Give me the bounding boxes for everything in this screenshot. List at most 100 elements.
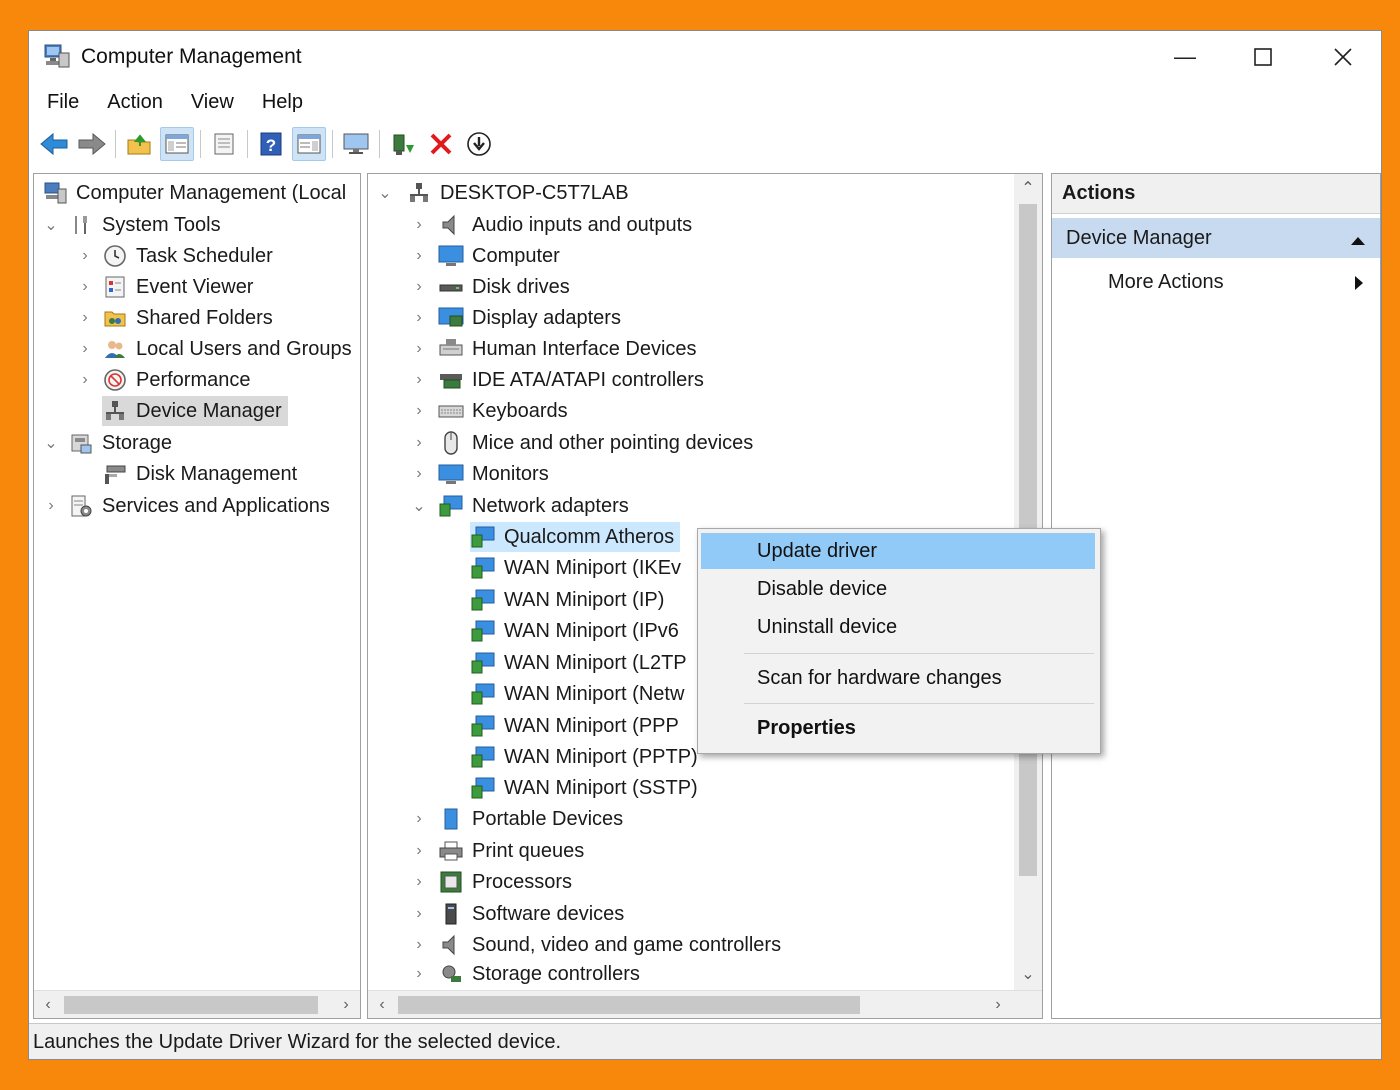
download-button[interactable] — [462, 127, 496, 161]
device-category-network-adapters[interactable]: ⌄ Network adapters — [410, 491, 629, 521]
disable-device-menu-item[interactable]: Disable device — [701, 571, 1095, 607]
scroll-right-icon[interactable]: › — [332, 991, 360, 1019]
chevron-right-icon[interactable]: › — [42, 497, 60, 515]
chevron-right-icon[interactable]: › — [410, 842, 428, 860]
tree-item-computer-management[interactable]: Computer Management (Local — [42, 178, 346, 208]
device-category-software-devices[interactable]: › Software devices — [410, 899, 624, 929]
chevron-down-icon[interactable]: ⌄ — [42, 434, 60, 452]
scroll-down-icon[interactable]: ⌄ — [1014, 960, 1042, 988]
tree-item-services-applications[interactable]: › Services and Applications — [42, 491, 330, 521]
adapter-wan-miniport[interactable]: WAN Miniport (PPP — [470, 711, 679, 741]
scroll-right-icon[interactable]: › — [984, 991, 1012, 1019]
chevron-right-icon[interactable]: › — [76, 371, 94, 389]
device-category-audio[interactable]: › Audio inputs and outputs — [410, 210, 692, 240]
close-button[interactable] — [1313, 39, 1373, 75]
tree-item-device-manager[interactable]: Device Manager — [102, 396, 288, 426]
adapter-wan-miniport[interactable]: WAN Miniport (IKEv — [470, 553, 681, 583]
chevron-right-icon[interactable]: › — [410, 465, 428, 483]
menu-view[interactable]: View — [183, 87, 242, 118]
help-button[interactable]: ? — [254, 127, 288, 161]
back-button[interactable] — [37, 127, 71, 161]
maximize-button[interactable] — [1233, 39, 1293, 75]
chevron-right-icon[interactable]: › — [410, 340, 428, 358]
device-category-disk-drives[interactable]: › Disk drives — [410, 272, 569, 302]
tree-item-local-users-groups[interactable]: › Local Users and Groups — [76, 334, 351, 364]
scrollbar-thumb[interactable] — [64, 996, 318, 1014]
chevron-right-icon[interactable]: › — [410, 434, 428, 452]
forward-button[interactable] — [75, 127, 109, 161]
scan-hardware-menu-item[interactable]: Scan for hardware changes — [701, 660, 1095, 696]
device-category-computer[interactable]: › Computer — [410, 241, 559, 271]
chevron-down-icon[interactable]: ⌄ — [376, 184, 394, 202]
scroll-left-icon[interactable]: ‹ — [34, 991, 62, 1019]
tree-item-performance[interactable]: › Performance — [76, 365, 251, 395]
chevron-right-icon[interactable]: › — [410, 278, 428, 296]
chevron-right-icon[interactable]: › — [410, 965, 428, 983]
chevron-down-icon[interactable]: ⌄ — [42, 216, 60, 234]
adapter-wan-miniport[interactable]: WAN Miniport (SSTP) — [470, 773, 698, 803]
chevron-right-icon[interactable]: › — [410, 810, 428, 828]
device-tree-root[interactable]: ⌄ DESKTOP-C5T7LAB — [376, 178, 628, 208]
collapse-up-icon[interactable] — [1350, 230, 1366, 253]
device-category-print-queues[interactable]: › Print queues — [410, 836, 584, 866]
show-hide-action-pane-button[interactable] — [292, 127, 326, 161]
adapter-wan-miniport[interactable]: WAN Miniport (Netw — [470, 679, 684, 709]
chevron-right-icon[interactable]: › — [76, 247, 94, 265]
scrollbar-thumb[interactable] — [398, 996, 860, 1014]
device-category-portable[interactable]: › Portable Devices — [410, 804, 623, 834]
adapter-wan-miniport[interactable]: WAN Miniport (L2TP — [470, 648, 687, 678]
uninstall-device-menu-item[interactable]: Uninstall device — [701, 609, 1095, 645]
properties-menu-item[interactable]: Properties — [701, 710, 1095, 746]
actions-section-device-manager[interactable]: Device Manager — [1052, 218, 1380, 258]
menu-help[interactable]: Help — [254, 87, 311, 118]
device-category-storage-controllers[interactable]: › Storage controllers — [410, 961, 640, 987]
chevron-right-icon[interactable]: › — [76, 278, 94, 296]
device-category-monitors[interactable]: › Monitors — [410, 459, 548, 489]
monitor-button[interactable] — [339, 127, 373, 161]
title-bar[interactable]: Computer Management — — [29, 31, 1381, 83]
chevron-right-icon[interactable]: › — [410, 309, 428, 327]
device-category-ide[interactable]: › IDE ATA/ATAPI controllers — [410, 365, 704, 395]
scroll-up-icon[interactable]: ⌃ — [1014, 174, 1042, 202]
export-list-button[interactable] — [207, 127, 241, 161]
tree-item-system-tools[interactable]: ⌄ System Tools — [42, 210, 220, 240]
adapter-qualcomm-atheros[interactable]: Qualcomm Atheros — [470, 522, 681, 552]
chevron-right-icon[interactable]: › — [410, 402, 428, 420]
chevron-right-icon[interactable]: › — [410, 905, 428, 923]
device-category-keyboards[interactable]: › Keyboards — [410, 396, 567, 426]
tree-item-storage[interactable]: ⌄ Storage — [42, 428, 172, 458]
up-one-level-button[interactable] — [122, 127, 156, 161]
device-category-mice[interactable]: › Mice and other pointing devices — [410, 428, 753, 458]
device-category-processors[interactable]: › Processors — [410, 867, 572, 897]
horizontal-scrollbar[interactable]: ‹ › — [368, 990, 1042, 1018]
adapter-wan-miniport[interactable]: WAN Miniport (IPv6 — [470, 616, 679, 646]
chevron-right-icon[interactable]: › — [410, 247, 428, 265]
adapter-wan-miniport[interactable]: WAN Miniport (IP) — [470, 585, 664, 615]
tree-label: Event Viewer — [136, 275, 254, 298]
tree-item-shared-folders[interactable]: › Shared Folders — [76, 303, 272, 333]
menu-action[interactable]: Action — [99, 87, 171, 118]
tree-item-event-viewer[interactable]: › Event Viewer — [76, 272, 253, 302]
minimize-button[interactable]: — — [1155, 39, 1215, 75]
show-hide-console-tree-button[interactable] — [160, 127, 194, 161]
update-driver-button[interactable] — [386, 127, 420, 161]
tree-item-task-scheduler[interactable]: › Task Scheduler — [76, 241, 273, 271]
device-category-hid[interactable]: › Human Interface Devices — [410, 334, 696, 364]
tree-item-disk-management[interactable]: Disk Management — [102, 459, 297, 489]
update-driver-menu-item[interactable]: Update driver — [701, 533, 1095, 569]
chevron-right-icon[interactable]: › — [410, 936, 428, 954]
scroll-left-icon[interactable]: ‹ — [368, 991, 396, 1019]
menu-file[interactable]: File — [39, 87, 87, 118]
more-actions-item[interactable]: More Actions — [1052, 264, 1380, 300]
device-category-display-adapters[interactable]: › Display adapters — [410, 303, 621, 333]
chevron-right-icon[interactable]: › — [410, 371, 428, 389]
chevron-right-icon[interactable]: › — [76, 340, 94, 358]
uninstall-button[interactable] — [424, 127, 458, 161]
chevron-right-icon[interactable]: › — [410, 216, 428, 234]
adapter-wan-miniport[interactable]: WAN Miniport (PPTP) — [470, 742, 698, 772]
device-category-sound[interactable]: › Sound, video and game controllers — [410, 930, 781, 960]
chevron-right-icon[interactable]: › — [76, 309, 94, 327]
chevron-right-icon[interactable]: › — [410, 873, 428, 891]
horizontal-scrollbar[interactable]: ‹ › — [34, 990, 360, 1018]
chevron-down-icon[interactable]: ⌄ — [410, 497, 428, 515]
